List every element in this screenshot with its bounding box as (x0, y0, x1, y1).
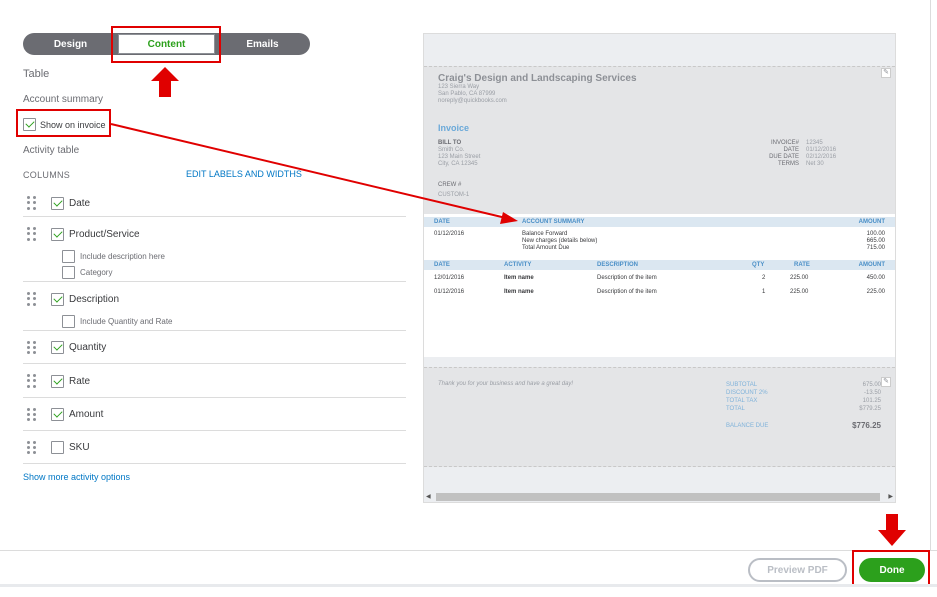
done-button[interactable]: Done (859, 558, 925, 582)
preview-pdf-button[interactable]: Preview PDF (748, 558, 847, 582)
panel-divider (930, 0, 931, 550)
annotation-arrow (110, 123, 518, 224)
bottom-bar (0, 584, 937, 587)
down-arrow-annotation (878, 514, 906, 546)
footer-divider (0, 550, 937, 551)
